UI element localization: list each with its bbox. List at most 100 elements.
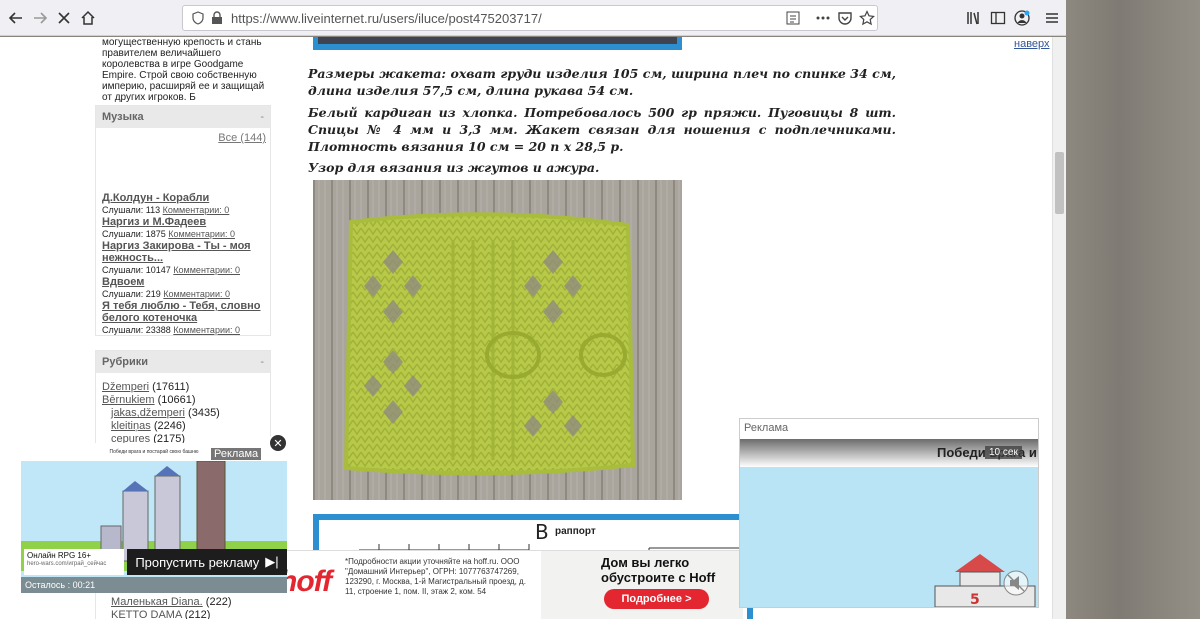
- rubrics-panel-title: Рубрики: [102, 356, 148, 368]
- bookmark-star-icon[interactable]: [859, 10, 875, 26]
- hoff-ad-banner[interactable]: hoff *Подробности акции уточняйте на hof…: [257, 550, 743, 619]
- article-paragraph-sizes: Размеры жакета: охват груди изделия 105 …: [308, 66, 896, 98]
- hoff-headline: Дом вы легко обустроите с Hoff: [601, 555, 716, 585]
- page-content: могущественную крепость и стань правител…: [0, 37, 1052, 619]
- sidebar-intro-text: могущественную крепость и стань правител…: [102, 37, 265, 103]
- rubrics-list: Džemperi (17611) Bērnukiem (10661) jakas…: [96, 373, 270, 446]
- url-text: https://www.liveinternet.ru/users/iluce/…: [231, 11, 542, 26]
- skip-ad-label: Пропустить рекламу: [135, 554, 260, 570]
- rubric-count: (222): [205, 596, 232, 608]
- browser-toolbar: https://www.liveinternet.ru/users/iluce/…: [0, 0, 1066, 36]
- reader-view-icon[interactable]: [785, 10, 801, 26]
- hamburger-menu-icon: [1046, 13, 1058, 23]
- forward-button[interactable]: [28, 6, 52, 30]
- list-item: Д.Колдун - Корабли Слушали: 113 Коммента…: [102, 192, 270, 216]
- track-listens: Слушали: 1875: [102, 229, 166, 239]
- track-listens: Слушали: 10147: [102, 265, 171, 275]
- rubric-link[interactable]: jakas,džemperi: [111, 407, 185, 419]
- back-button[interactable]: [4, 6, 28, 30]
- left-video-ad[interactable]: Победи врага и постарай свою башню Рекла…: [21, 443, 287, 593]
- rubric-link[interactable]: KETTO DAMA: [111, 609, 182, 619]
- pocket-icon[interactable]: [837, 10, 853, 26]
- menu-button[interactable]: [1040, 6, 1064, 30]
- vertical-scrollbar[interactable]: [1052, 37, 1066, 619]
- right-ad-label: Реклама: [744, 422, 789, 434]
- rubrics-list-tail: Маленькая Diana. (222) KETTO DAMA (212): [111, 596, 231, 619]
- left-ad-remaining: Осталось : 00:21: [21, 577, 287, 593]
- previous-image-edge: [313, 37, 682, 50]
- sidebar-button[interactable]: [986, 6, 1010, 30]
- music-panel-header: Музыка -: [96, 106, 270, 128]
- svg-text:5: 5: [970, 592, 980, 607]
- hoff-fine-print: *Подробности акции уточняйте на hoff.ru.…: [345, 557, 526, 596]
- track-comments-link[interactable]: Комментарии: 0: [163, 289, 230, 299]
- track-comments-link[interactable]: Комментарии: 0: [163, 205, 230, 215]
- track-comments-link[interactable]: Комментарии: 0: [173, 265, 240, 275]
- page-actions-icon[interactable]: [815, 10, 831, 26]
- home-icon: [81, 10, 95, 25]
- rubric-link[interactable]: Džemperi: [102, 381, 149, 393]
- hoff-cta-button[interactable]: Подробнее >: [604, 589, 709, 609]
- music-minimize-button[interactable]: -: [260, 111, 264, 123]
- left-ad-domain: hero-wars.com/играй_сейчас: [27, 561, 107, 567]
- track-listens: Слушали: 23388: [102, 325, 171, 335]
- list-item: Наргиз и М.Фадеев Слушали: 1875 Коммента…: [102, 216, 270, 240]
- list-item: kleitiņas (2246): [102, 420, 270, 433]
- mute-icon[interactable]: [1002, 569, 1030, 597]
- close-icon: [58, 12, 70, 24]
- lock-icon: [212, 11, 222, 24]
- list-item: KETTO DAMA (212): [111, 609, 231, 619]
- list-item: Я тебя люблю - Тебя, словно белого котен…: [102, 300, 270, 336]
- knit-swatch-image: [313, 180, 682, 500]
- right-ad-video: Победи врага и 10 сек 5: [740, 439, 1038, 607]
- right-video-ad[interactable]: Реклама Победи врага и 10 сек 5: [739, 418, 1039, 608]
- shield-icon: [192, 11, 204, 25]
- article-paragraph-materials: Белый кардиган из хлопка. Потребовалось …: [308, 105, 896, 154]
- rubric-count: (10661): [157, 394, 196, 406]
- track-title[interactable]: Наргиз Закирова - Ты - моя нежность...: [102, 240, 270, 264]
- skip-ad-button[interactable]: Пропустить рекламу ▶|: [127, 549, 287, 575]
- track-title[interactable]: Вдвоем: [102, 276, 270, 288]
- track-title[interactable]: Наргиз и М.Фадеев: [102, 216, 270, 228]
- knit-swatch-photo: [313, 180, 682, 500]
- rubric-link[interactable]: Маленькая Diana.: [111, 596, 203, 608]
- back-arrow-icon: [8, 12, 22, 24]
- track-title[interactable]: Я тебя люблю - Тебя, словно белого котен…: [102, 300, 270, 324]
- rubric-link[interactable]: Bērnukiem: [102, 394, 155, 406]
- track-listens: Слушали: 113: [102, 205, 161, 215]
- track-comments-link[interactable]: Комментарии: 0: [173, 325, 240, 335]
- hoff-promo-panel: Дом вы легко обустроите с Hoff Подробнее…: [541, 551, 743, 619]
- url-bar[interactable]: https://www.liveinternet.ru/users/iluce/…: [182, 5, 878, 31]
- rubric-count: (17611): [152, 381, 190, 393]
- scrollbar-thumb[interactable]: [1055, 152, 1064, 214]
- list-item: Наргиз Закирова - Ты - моя нежность... С…: [102, 240, 270, 276]
- sidebar-icon: [990, 11, 1006, 25]
- close-ad-button[interactable]: ✕: [268, 433, 288, 453]
- left-ad-info-card: Онлайн RPG 16+ hero-wars.com/играй_сейча…: [24, 549, 124, 575]
- home-button[interactable]: [76, 6, 100, 30]
- track-listens: Слушали: 219: [102, 289, 161, 299]
- rubric-count: (2246): [153, 420, 186, 432]
- skip-forward-icon: ▶|: [265, 554, 279, 569]
- music-panel: Музыка - Все (144) Д.Колдун - Корабли Сл…: [95, 105, 271, 336]
- rubric-count: (212): [184, 609, 211, 619]
- music-all-link[interactable]: Все (144): [218, 132, 266, 144]
- list-item: Bērnukiem (10661): [102, 394, 270, 407]
- article-paragraph-pattern: Узор для вязания из жгутов и ажура.: [308, 160, 600, 175]
- track-title[interactable]: Д.Колдун - Корабли: [102, 192, 270, 204]
- track-list: Д.Колдун - Корабли Слушали: 113 Коммента…: [96, 192, 270, 336]
- list-item: Вдвоем Слушали: 219 Комментарии: 0: [102, 276, 270, 300]
- account-icon: [1014, 10, 1030, 26]
- stop-button[interactable]: [52, 6, 76, 30]
- list-item: Džemperi (17611): [102, 381, 270, 394]
- library-icon: [967, 12, 979, 25]
- library-button[interactable]: [962, 6, 986, 30]
- rubric-link[interactable]: kleitiņas: [111, 420, 151, 432]
- scroll-top-link[interactable]: наверх: [1014, 38, 1050, 50]
- account-button[interactable]: [1010, 6, 1034, 30]
- list-item: jakas,džemperi (3435): [102, 407, 270, 420]
- list-item: Маленькая Diana. (222): [111, 596, 231, 609]
- track-comments-link[interactable]: Комментарии: 0: [168, 229, 235, 239]
- rubrics-minimize-button[interactable]: -: [260, 356, 264, 368]
- rubric-count: (3435): [188, 407, 220, 419]
